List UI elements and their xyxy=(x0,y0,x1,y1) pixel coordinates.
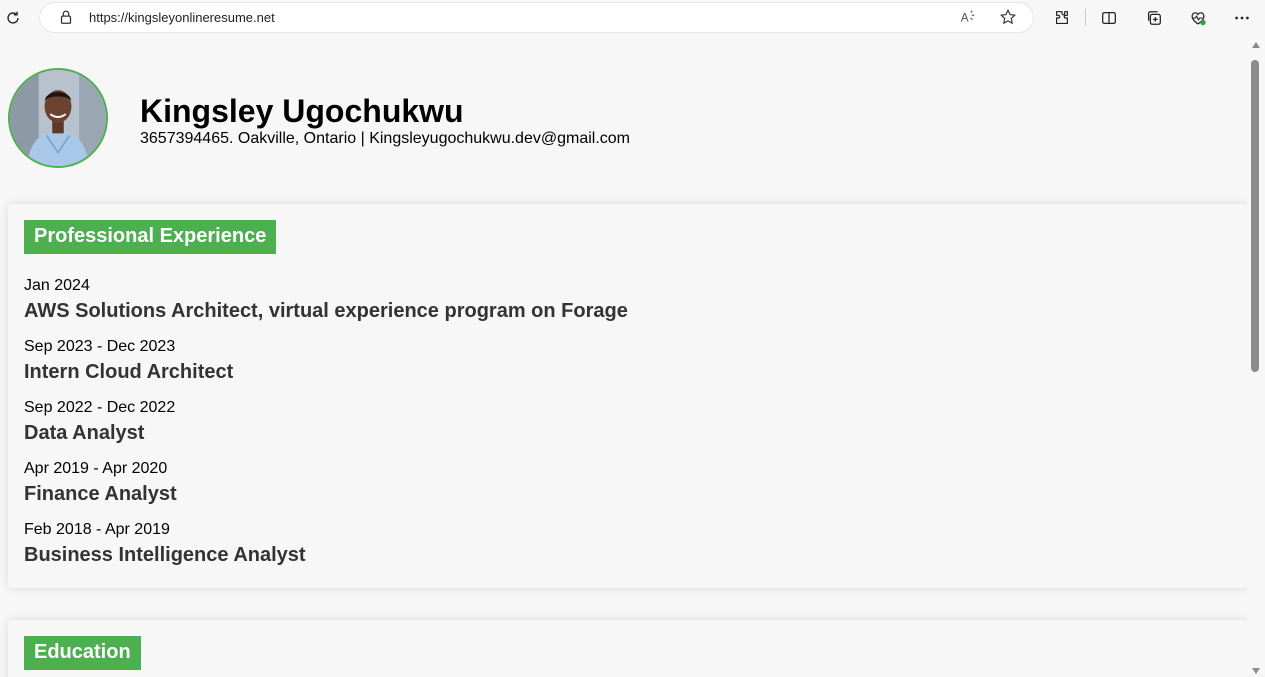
browser-essentials-icon[interactable] xyxy=(1185,5,1211,31)
browser-toolbar: https://kingsleyonlineresume.net A xyxy=(0,0,1265,36)
page-scrollbar[interactable] xyxy=(1247,36,1265,677)
experience-date: Feb 2018 - Apr 2019 xyxy=(24,521,170,538)
address-bar[interactable]: https://kingsleyonlineresume.net A xyxy=(40,3,1033,32)
url-text[interactable]: https://kingsleyonlineresume.net xyxy=(89,10,275,25)
scroll-down-arrow-icon[interactable] xyxy=(1252,668,1260,674)
resume-name: Kingsley Ugochukwu xyxy=(140,93,464,129)
scroll-up-arrow-icon[interactable] xyxy=(1252,42,1260,48)
collections-icon[interactable] xyxy=(1141,5,1167,31)
contact-info: 3657394465. Oakville, Ontario | Kingsley… xyxy=(140,130,630,147)
experience-item: Apr 2019 - Apr 2020 Finance Analyst xyxy=(24,460,177,505)
read-aloud-icon[interactable]: A xyxy=(955,4,981,30)
experience-date: Sep 2022 - Dec 2022 xyxy=(24,399,176,416)
svg-text:A: A xyxy=(961,12,969,25)
experience-date: Apr 2019 - Apr 2020 xyxy=(24,460,168,477)
experience-item: Sep 2023 - Dec 2023 Intern Cloud Archite… xyxy=(24,338,233,383)
refresh-icon[interactable] xyxy=(0,5,26,31)
education-heading: Education xyxy=(24,636,141,670)
experience-date: Sep 2023 - Dec 2023 xyxy=(24,338,176,355)
split-screen-icon[interactable] xyxy=(1096,5,1122,31)
education-section: Education xyxy=(8,620,1247,677)
experience-item: Sep 2022 - Dec 2022 Data Analyst xyxy=(24,399,175,444)
scrollbar-thumb[interactable] xyxy=(1251,60,1259,372)
extensions-icon[interactable] xyxy=(1049,5,1075,31)
profile-photo xyxy=(8,68,108,168)
experience-heading: Professional Experience xyxy=(24,220,277,254)
experience-date: Jan 2024 xyxy=(24,277,90,294)
experience-item: Feb 2018 - Apr 2019 Business Intelligenc… xyxy=(24,521,306,566)
experience-item: Jan 2024 AWS Solutions Architect, virtua… xyxy=(24,277,628,322)
experience-role: Finance Analyst xyxy=(24,483,177,505)
toolbar-separator xyxy=(1085,9,1086,26)
experience-role: Intern Cloud Architect xyxy=(24,361,234,383)
experience-role: Data Analyst xyxy=(24,422,145,444)
lock-icon[interactable] xyxy=(53,4,79,30)
favorite-star-icon[interactable] xyxy=(995,4,1021,30)
experience-role: AWS Solutions Architect, virtual experie… xyxy=(24,300,628,322)
more-menu-icon[interactable] xyxy=(1229,5,1255,31)
experience-role: Business Intelligence Analyst xyxy=(24,544,306,566)
experience-section: Professional Experience Jan 2024 AWS Sol… xyxy=(8,204,1247,588)
